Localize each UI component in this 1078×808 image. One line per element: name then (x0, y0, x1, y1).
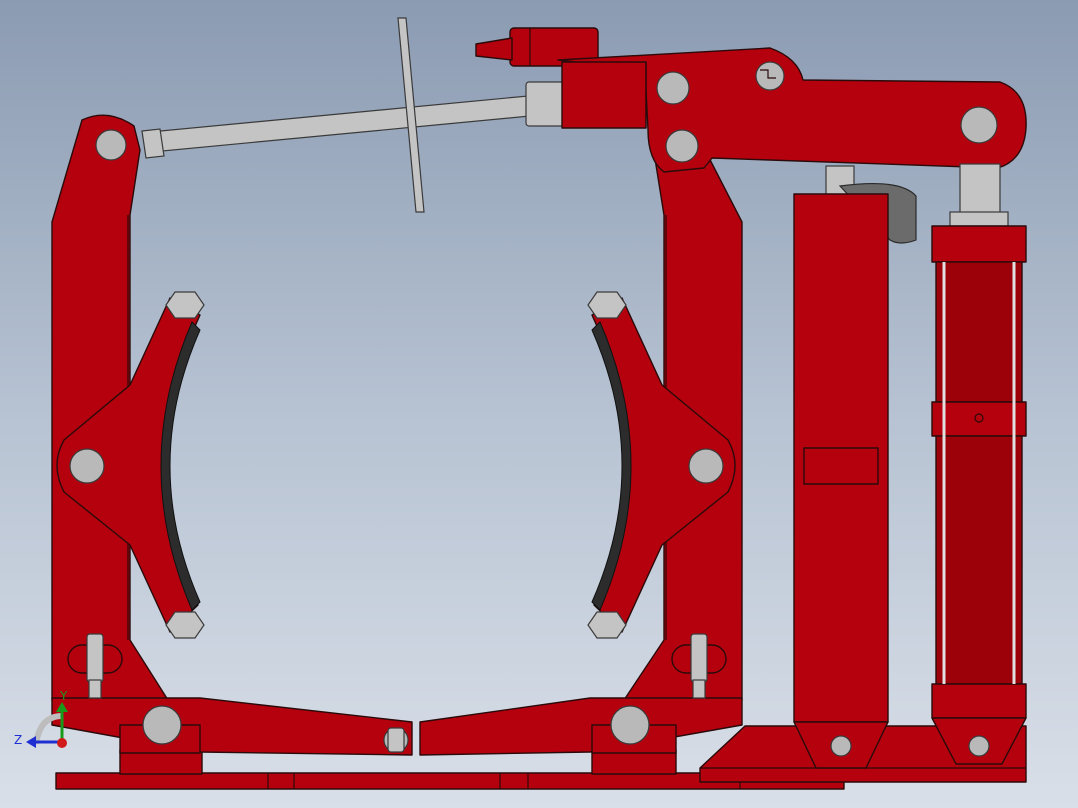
bottom-linkage (51, 697, 743, 756)
coordinate-triad-icon: Y Z (14, 689, 68, 748)
hydraulic-thruster (931, 163, 1027, 765)
left-shoe-bottom-nut (165, 611, 205, 639)
cad-viewport[interactable]: Y Z (0, 0, 1078, 808)
triad-z-label: Z (14, 733, 22, 747)
pull-rod (141, 81, 571, 159)
lever-arm (557, 47, 1027, 173)
left-shoe-top-nut (165, 291, 205, 319)
right-shoe-top-nut (587, 291, 627, 319)
spring-cylinder (793, 165, 917, 769)
brake-assembly-drawing: Y Z (14, 17, 1027, 790)
right-shoe-bottom-nut (587, 611, 627, 639)
triad-y-label: Y (59, 689, 68, 703)
